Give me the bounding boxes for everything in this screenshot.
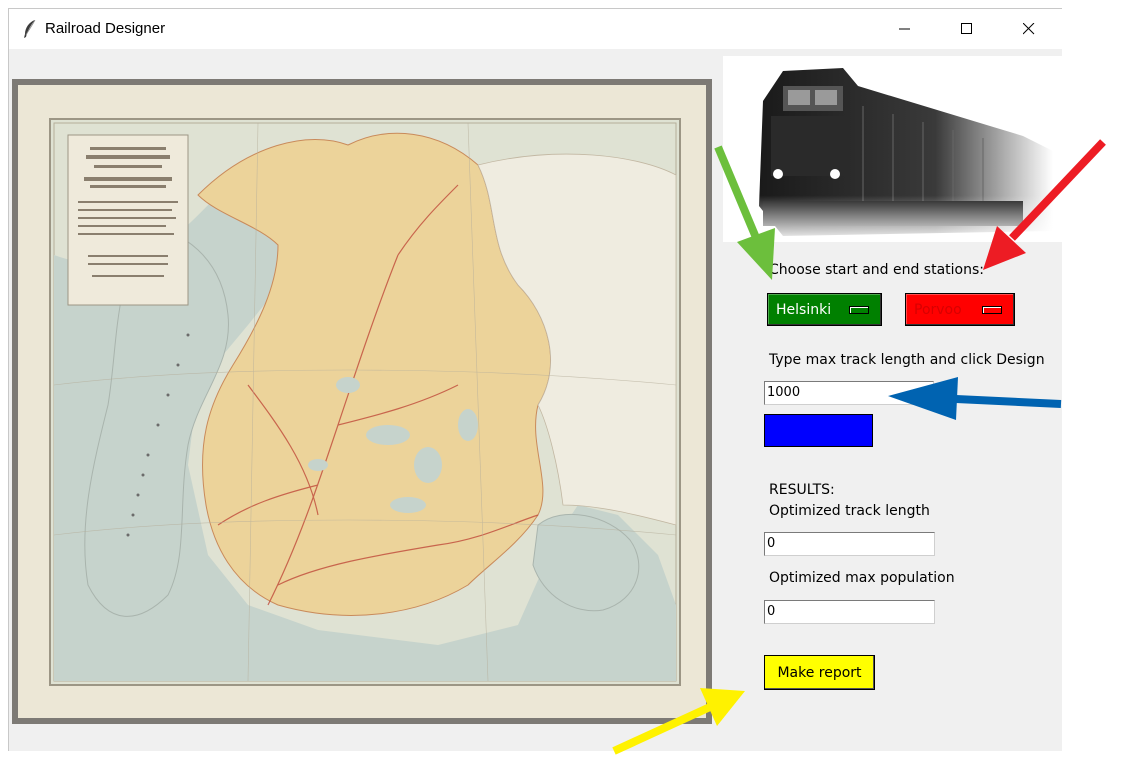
design-button[interactable]: Design [764,414,873,447]
minimize-icon [899,28,910,30]
max-track-length-input[interactable]: 1000 [764,381,934,405]
start-station-indicator [849,306,869,314]
stations-prompt: Choose start and end stations: [769,262,984,278]
end-station-menu[interactable]: Porvoo [905,293,1015,326]
close-button[interactable] [1006,9,1052,49]
window-title: Railroad Designer [45,20,166,37]
start-station-label: Helsinki [776,301,832,318]
maximize-button[interactable] [944,9,990,49]
track-length-output[interactable]: 0 [764,532,935,556]
train-locomotive-icon [723,56,1064,242]
track-length-label: Optimized track length [769,503,930,519]
make-report-button[interactable]: Make report [764,655,875,690]
results-heading: RESULTS: [769,482,835,498]
app-window: Railroad Designer Choose start and end s… [8,8,1064,751]
close-icon [1023,23,1035,35]
minimize-button[interactable] [882,9,928,49]
design-prompt: Type max track length and click Design [769,352,1045,368]
map-of-finland-icon [18,85,706,718]
end-station-indicator [982,306,1002,314]
maximize-icon [961,23,972,34]
title-bar: Railroad Designer [9,9,1062,49]
map-image [12,79,712,724]
end-station-label: Porvoo [914,301,962,318]
locomotive-image [723,56,1064,242]
population-label: Optimized max population [769,570,955,586]
start-station-menu[interactable]: Helsinki [767,293,882,326]
feather-icon [23,19,37,38]
population-output[interactable]: 0 [764,600,935,624]
